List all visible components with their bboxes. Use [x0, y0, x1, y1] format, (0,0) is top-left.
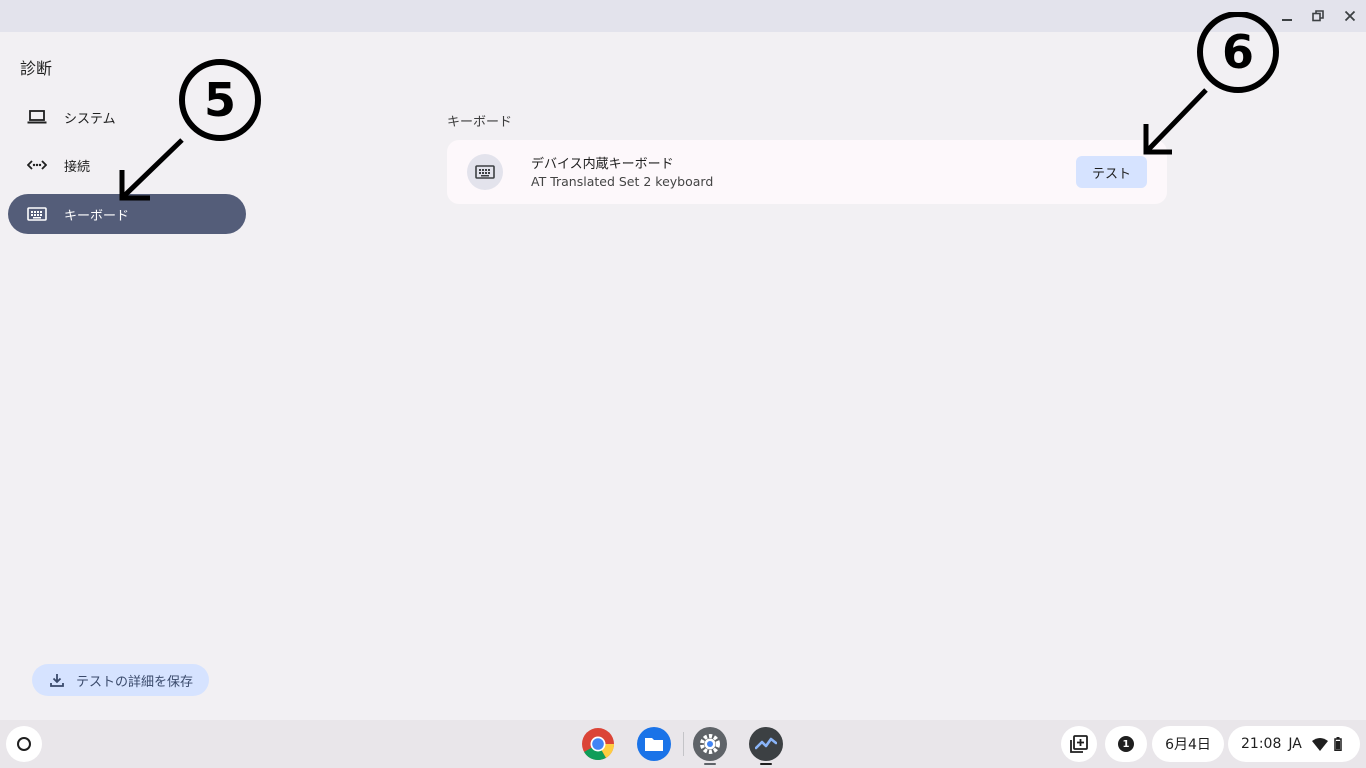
running-indicator: [760, 763, 772, 765]
running-indicator: [704, 763, 716, 765]
settings-icon: [700, 734, 720, 754]
settings-app[interactable]: [693, 727, 727, 761]
sidebar-item-label: 接続: [64, 159, 91, 175]
time-label: 21:08: [1241, 736, 1282, 752]
keyboard-name: デバイス内蔵キーボード: [531, 157, 674, 172]
restore-icon: [1312, 10, 1324, 22]
chrome-app[interactable]: [581, 727, 615, 761]
annotation-arrow: [122, 138, 184, 198]
ime-label: JA: [1288, 736, 1302, 752]
sidebar-item-label: システム: [64, 111, 116, 127]
notification-button[interactable]: 1: [1105, 726, 1147, 762]
close-button[interactable]: [1340, 6, 1360, 26]
files-app[interactable]: [637, 727, 671, 761]
annotation-number: 6: [1222, 25, 1254, 79]
shelf-divider: [683, 732, 684, 756]
wifi-icon: [1311, 737, 1328, 751]
annotation-6: 6: [1143, 12, 1279, 155]
close-icon: [1344, 10, 1356, 22]
keyboard-detail: AT Translated Set 2 keyboard: [531, 174, 714, 189]
launcher-button[interactable]: [6, 726, 42, 762]
annotation-arrow: [1146, 88, 1208, 152]
save-test-details-button[interactable]: テストの詳細を保存: [32, 664, 209, 696]
launcher-icon: [17, 737, 31, 751]
laptop-icon: [26, 106, 48, 128]
diagnostics-app[interactable]: [749, 727, 783, 761]
section-title: キーボード: [447, 115, 513, 130]
holding-space-button[interactable]: [1061, 726, 1097, 762]
download-icon: [50, 672, 66, 688]
annotation-number: 5: [204, 73, 236, 127]
app-title: 診断: [20, 59, 53, 78]
diagnostics-icon: [755, 737, 777, 750]
status-area[interactable]: 21:08 JA: [1228, 726, 1360, 762]
test-button[interactable]: テスト: [1076, 156, 1147, 188]
keyboard-card: デバイス内蔵キーボード AT Translated Set 2 keyboard…: [447, 140, 1167, 204]
notification-count: 1: [1118, 736, 1134, 752]
holding-space-icon: [1070, 735, 1088, 753]
battery-icon: [1334, 737, 1342, 751]
keyboard-icon: [26, 203, 48, 225]
keyboard-icon: [467, 154, 503, 190]
connectivity-icon: [26, 154, 48, 176]
annotation-5: 5: [119, 59, 261, 201]
date-tray[interactable]: 6月4日: [1152, 726, 1224, 762]
chrome-icon: [582, 728, 615, 761]
save-button-label: テストの詳細を保存: [76, 674, 194, 690]
files-icon: [645, 738, 663, 751]
restore-button[interactable]: [1308, 6, 1328, 26]
date-label: 6月4日: [1165, 737, 1211, 753]
